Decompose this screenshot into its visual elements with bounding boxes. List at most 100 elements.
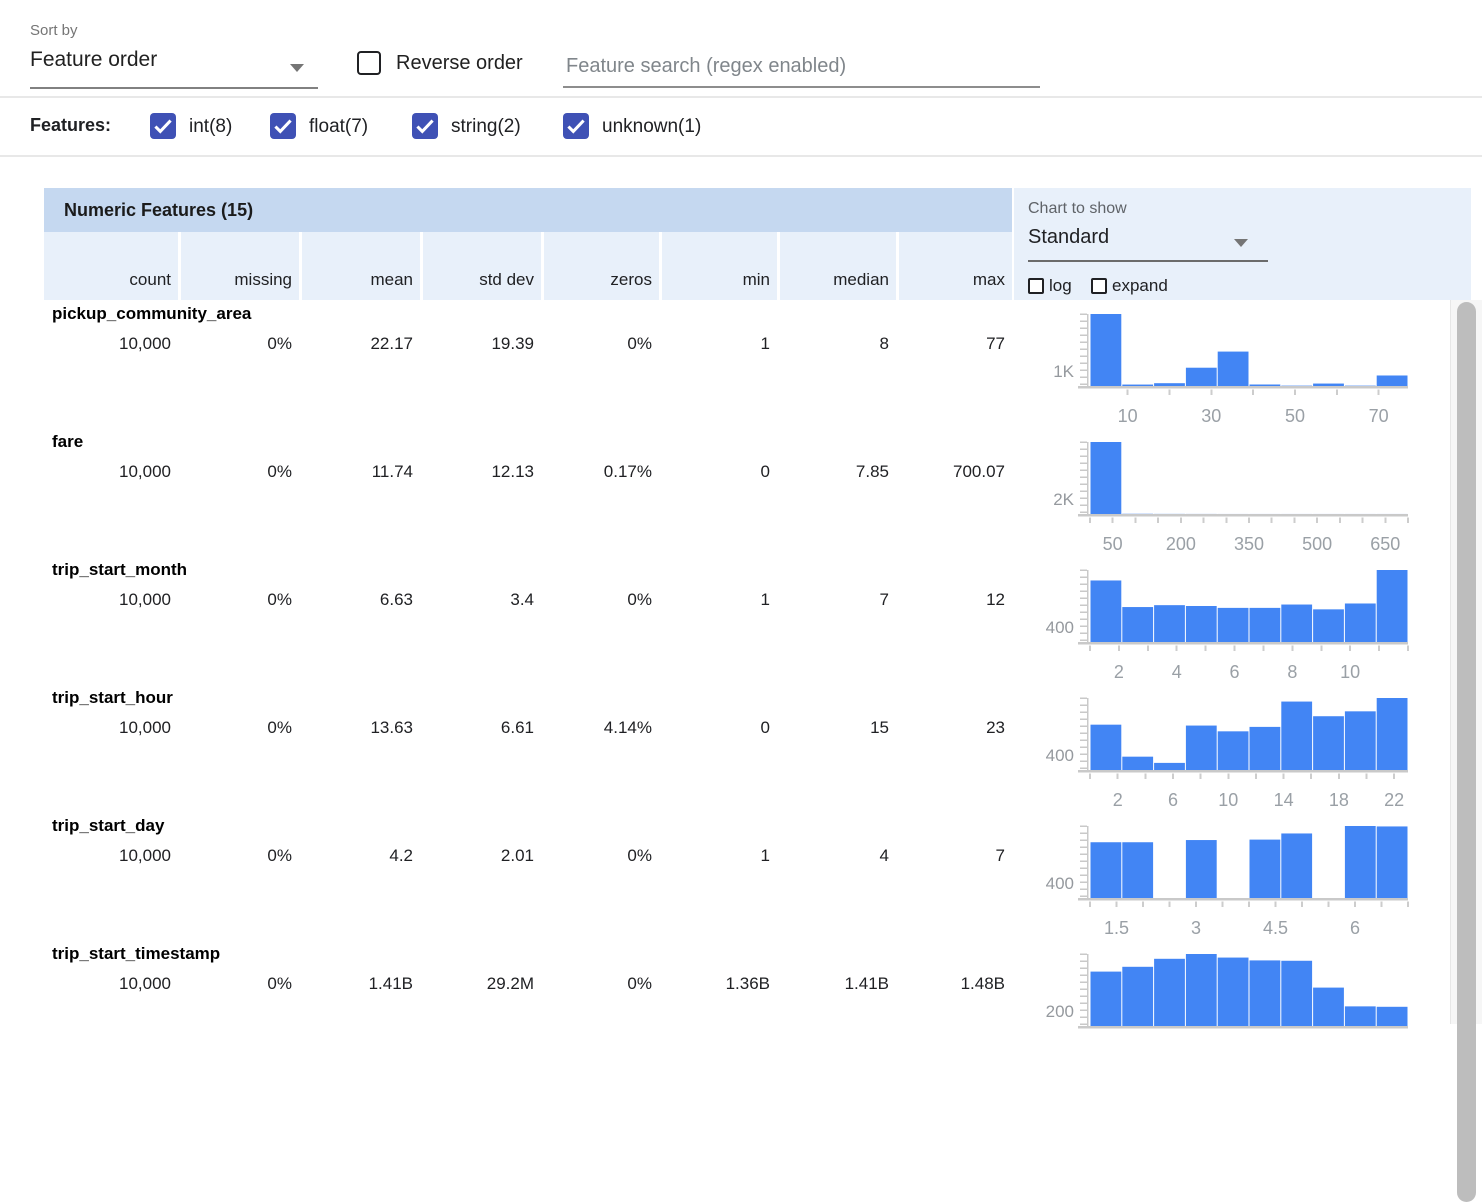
stat-value: 0 <box>659 462 777 482</box>
column-header-stddev[interactable]: std dev <box>420 232 541 300</box>
filter-float-checkbox[interactable] <box>270 113 296 139</box>
stat-value: 0% <box>541 334 659 354</box>
x-tick-label: 3 <box>1191 918 1201 938</box>
column-header-zeros[interactable]: zeros <box>541 232 659 300</box>
filter-string-checkbox[interactable] <box>412 113 438 139</box>
feature-stats: 10,0000%22.1719.390%1877 <box>44 334 1012 354</box>
x-tick-label: 2 <box>1114 662 1124 682</box>
stat-value: 10,000 <box>44 846 178 866</box>
feature-histogram[interactable]: 502003505006502K <box>1030 440 1410 560</box>
histogram-bars[interactable] <box>1091 442 1408 514</box>
stat-value: 29.2M <box>420 974 541 994</box>
y-axis-label: 2K <box>1053 490 1074 509</box>
feature-histogram[interactable]: 200 <box>1030 952 1410 1072</box>
histogram-bars[interactable] <box>1091 698 1408 770</box>
stat-value: 1.36B <box>659 974 777 994</box>
stat-value: 0.17% <box>541 462 659 482</box>
stat-value: 23 <box>896 718 1012 738</box>
feature-histogram[interactable]: 1.534.56400 <box>1030 824 1410 944</box>
chart-type-dropdown[interactable]: Standard <box>1028 226 1268 262</box>
stat-value: 10,000 <box>44 590 178 610</box>
x-tick-label: 650 <box>1370 534 1400 554</box>
filter-string-label: string(2) <box>451 116 521 138</box>
stat-value: 0% <box>178 334 299 354</box>
feature-name: trip_start_month <box>52 560 187 580</box>
feature-name: fare <box>52 432 83 452</box>
x-tick-label: 18 <box>1329 790 1349 810</box>
feature-search-input[interactable] <box>563 48 1040 88</box>
column-header-min[interactable]: min <box>659 232 777 300</box>
stat-value: 0 <box>659 718 777 738</box>
histogram-bars[interactable] <box>1091 570 1408 642</box>
stat-value: 12.13 <box>420 462 541 482</box>
sort-by-dropdown[interactable]: Feature order <box>30 48 318 89</box>
chart-type-value: Standard <box>1028 226 1109 248</box>
column-header-max[interactable]: max <box>896 232 1012 300</box>
reverse-order-checkbox[interactable] <box>357 51 381 75</box>
stat-value: 7 <box>777 590 896 610</box>
stat-value: 0% <box>541 590 659 610</box>
filter-unknown-checkbox[interactable] <box>563 113 589 139</box>
feature-stats: 10,0000%1.41B29.2M0%1.36B1.41B1.48B <box>44 974 1012 994</box>
filter-float-label: float(7) <box>309 116 368 138</box>
filter-int-label: int(8) <box>189 116 232 138</box>
vertical-scrollbar-track[interactable] <box>1450 300 1482 1024</box>
feature-row: fare10,0000%11.7412.130.17%07.85700.0750… <box>0 428 1482 556</box>
stat-value: 4 <box>777 846 896 866</box>
feature-row: trip_start_day10,0000%4.22.010%1471.534.… <box>0 812 1482 940</box>
toolbar-divider <box>0 96 1482 98</box>
stat-value: 0% <box>541 974 659 994</box>
stat-value: 6.61 <box>420 718 541 738</box>
x-tick-label: 6 <box>1350 918 1360 938</box>
filter-divider <box>0 155 1482 157</box>
stat-value: 7 <box>896 846 1012 866</box>
chevron-down-icon <box>1234 239 1248 247</box>
filter-unknown-label: unknown(1) <box>602 116 701 138</box>
column-header-count[interactable]: count <box>44 232 178 300</box>
feature-name: trip_start_timestamp <box>52 944 220 964</box>
x-tick-label: 10 <box>1340 662 1360 682</box>
x-tick-label: 2 <box>1113 790 1123 810</box>
checkmark-icon <box>150 113 176 139</box>
stat-value: 1.48B <box>896 974 1012 994</box>
reverse-order-label: Reverse order <box>396 52 523 75</box>
feature-histogram[interactable]: 103050701K <box>1030 312 1410 432</box>
x-tick-label: 500 <box>1302 534 1332 554</box>
stat-value: 0% <box>541 846 659 866</box>
stat-value: 12 <box>896 590 1012 610</box>
x-tick-label: 10 <box>1218 790 1238 810</box>
sort-by-value: Feature order <box>30 48 157 71</box>
histogram-bars[interactable] <box>1091 314 1408 386</box>
x-tick-label: 6 <box>1229 662 1239 682</box>
table-title: Numeric Features (15) <box>44 188 1012 232</box>
chart-to-show-label: Chart to show <box>1028 200 1127 218</box>
y-axis-label: 200 <box>1046 1002 1074 1021</box>
stat-value: 1 <box>659 334 777 354</box>
stat-value: 1.41B <box>777 974 896 994</box>
vertical-scrollbar-thumb[interactable] <box>1457 302 1476 1202</box>
column-header-median[interactable]: median <box>777 232 896 300</box>
stat-value: 10,000 <box>44 334 178 354</box>
x-tick-label: 30 <box>1201 406 1221 426</box>
column-header-missing[interactable]: missing <box>178 232 299 300</box>
expand-checkbox[interactable] <box>1091 278 1107 294</box>
feature-histogram[interactable]: 246810400 <box>1030 568 1410 688</box>
x-tick-label: 6 <box>1168 790 1178 810</box>
histogram-bars[interactable] <box>1091 954 1408 1026</box>
histogram-bars[interactable] <box>1091 826 1408 898</box>
stat-value: 10,000 <box>44 974 178 994</box>
feature-histogram[interactable]: 2610141822400 <box>1030 696 1410 816</box>
x-tick-label: 1.5 <box>1104 918 1129 938</box>
stat-value: 22.17 <box>299 334 420 354</box>
feature-name: trip_start_day <box>52 816 164 836</box>
y-axis-label: 400 <box>1046 618 1074 637</box>
log-checkbox[interactable] <box>1028 278 1044 294</box>
filter-int-checkbox[interactable] <box>150 113 176 139</box>
y-axis-label: 1K <box>1053 362 1074 381</box>
feature-stats: 10,0000%4.22.010%147 <box>44 846 1012 866</box>
stat-value: 11.74 <box>299 462 420 482</box>
stat-value: 19.39 <box>420 334 541 354</box>
column-header-mean[interactable]: mean <box>299 232 420 300</box>
feature-stats: 10,0000%6.633.40%1712 <box>44 590 1012 610</box>
y-axis-label: 400 <box>1046 874 1074 893</box>
